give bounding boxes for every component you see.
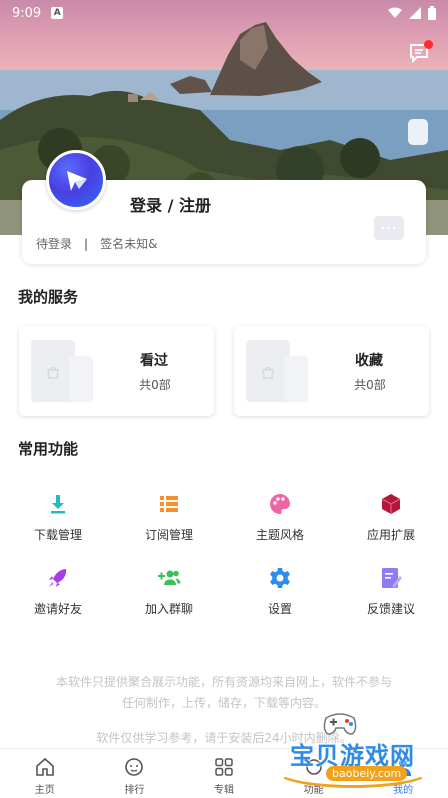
disclaimer-line: 本软件只提供聚合展示功能，所有资源均来自网上，软件不参与 bbox=[55, 675, 392, 689]
rocket-icon bbox=[49, 569, 67, 587]
side-handle[interactable] bbox=[408, 119, 428, 145]
more-button[interactable]: ··· bbox=[374, 216, 404, 240]
invite-friends-button[interactable]: 邀请好友 bbox=[3, 566, 113, 617]
site-watermark: 宝贝游戏网 baobeiy.com bbox=[274, 708, 434, 792]
download-manager-button[interactable]: 下载管理 bbox=[3, 492, 113, 543]
profile-sub-row: 待登录 | 签名未知& bbox=[36, 235, 157, 252]
function-label: 主题风格 bbox=[255, 528, 304, 542]
battery-icon bbox=[428, 6, 436, 20]
function-label: 订阅管理 bbox=[144, 528, 193, 542]
nav-home[interactable]: 主页 bbox=[0, 749, 90, 798]
nav-label: 主页 bbox=[34, 785, 55, 796]
functions-title: 常用功能 bbox=[18, 440, 79, 458]
service-count: 共0部 bbox=[139, 378, 171, 392]
nav-album[interactable]: 专辑 bbox=[179, 749, 269, 798]
function-label: 设置 bbox=[267, 602, 292, 616]
settings-button[interactable]: 设置 bbox=[225, 566, 335, 617]
function-label: 应用扩展 bbox=[366, 528, 415, 542]
nav-ranking[interactable]: 排行 bbox=[90, 749, 180, 798]
separator: | bbox=[84, 236, 89, 251]
notification-a-icon: A bbox=[51, 7, 64, 19]
service-card-watched[interactable]: 看过 共0部 bbox=[19, 326, 214, 416]
nav-label: 专辑 bbox=[213, 785, 234, 796]
message-button[interactable] bbox=[408, 40, 433, 64]
signal-icon bbox=[409, 7, 421, 19]
placeholder-thumb bbox=[246, 340, 310, 402]
function-label: 下载管理 bbox=[33, 528, 82, 542]
service-name: 收藏 bbox=[355, 353, 383, 369]
status-time: 9:09 bbox=[12, 5, 42, 21]
function-label: 反馈建议 bbox=[366, 602, 415, 616]
rank-icon bbox=[125, 758, 144, 776]
gamepad-icon bbox=[323, 713, 357, 735]
palette-icon bbox=[270, 494, 290, 514]
function-label: 加入群聊 bbox=[144, 602, 193, 616]
service-card-favorites[interactable]: 收藏 共0部 bbox=[234, 326, 429, 416]
join-group-button[interactable]: 加入群聊 bbox=[114, 566, 224, 617]
feedback-icon bbox=[382, 568, 402, 588]
download-icon bbox=[51, 495, 65, 514]
list-icon bbox=[160, 496, 178, 512]
theme-style-button[interactable]: 主题风格 bbox=[225, 492, 335, 543]
home-icon bbox=[35, 757, 54, 776]
gear-icon bbox=[270, 568, 290, 588]
avatar[interactable] bbox=[46, 150, 106, 210]
unread-badge bbox=[424, 40, 433, 49]
subscription-manager-button[interactable]: 订阅管理 bbox=[114, 492, 224, 543]
feedback-button[interactable]: 反馈建议 bbox=[336, 566, 446, 617]
status-bar: 9:09 A bbox=[0, 0, 448, 26]
group-add-icon bbox=[158, 570, 181, 585]
service-name: 看过 bbox=[140, 353, 168, 369]
cube-icon bbox=[381, 494, 401, 514]
services-title: 我的服务 bbox=[18, 288, 79, 306]
login-status-text: 待登录 bbox=[36, 237, 73, 251]
placeholder-icon bbox=[262, 366, 274, 379]
watermark-url: baobeiy.com bbox=[326, 766, 408, 781]
function-label: 邀请好友 bbox=[33, 602, 82, 616]
service-count: 共0部 bbox=[354, 378, 386, 392]
profile-card[interactable]: 登录 / 注册 待登录 | 签名未知& ··· bbox=[22, 150, 426, 264]
signature-text: 签名未知& bbox=[100, 237, 158, 251]
album-icon bbox=[215, 758, 233, 776]
app-extension-button[interactable]: 应用扩展 bbox=[336, 492, 446, 543]
nav-label: 排行 bbox=[124, 785, 145, 796]
placeholder-icon bbox=[47, 366, 59, 379]
wifi-icon bbox=[388, 7, 402, 18]
placeholder-thumb bbox=[31, 340, 95, 402]
app-logo-icon bbox=[67, 171, 87, 191]
login-register-link[interactable]: 登录 / 注册 bbox=[130, 192, 211, 216]
